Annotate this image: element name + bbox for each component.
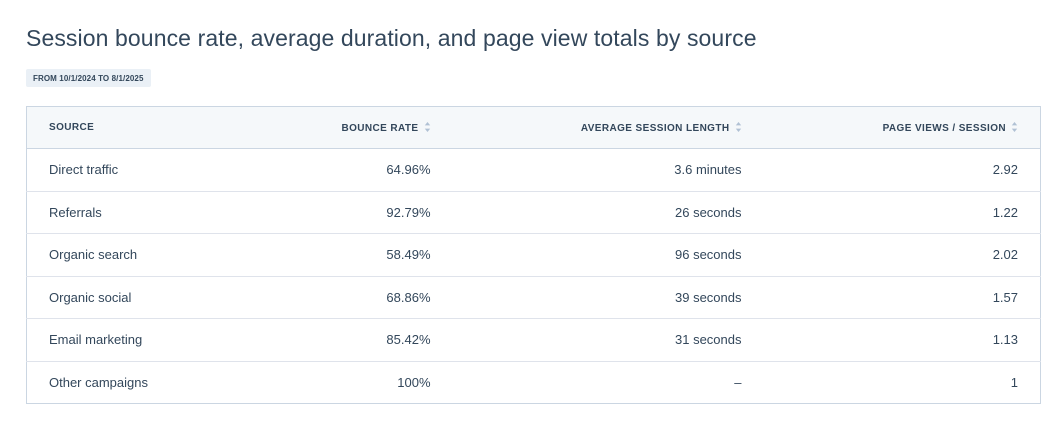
table-row: Direct traffic 64.96% 3.6 minutes 2.92 [26, 148, 1041, 192]
cell-average-session-length: 39 seconds [452, 276, 764, 319]
cell-bounce-rate: 85.42% [204, 318, 453, 362]
cell-page-views-per-session: 1.13 [763, 318, 1041, 362]
column-header-page-views-per-session[interactable]: PAGE VIEWS / SESSION [763, 106, 1041, 149]
cell-page-views-per-session: 1.57 [763, 276, 1041, 319]
table-header-row: SOURCE BOUNCE RATE AVERAGE SESSION LENGT… [26, 106, 1041, 149]
column-header-label: BOUNCE RATE [341, 123, 419, 134]
report-container: Session bounce rate, average duration, a… [26, 22, 1041, 404]
cell-page-views-per-session: 1 [1010, 374, 1018, 390]
sort-icon[interactable] [1011, 121, 1018, 133]
column-header-source: SOURCE [26, 106, 205, 149]
data-table: SOURCE BOUNCE RATE AVERAGE SESSION LENGT… [26, 106, 1041, 404]
sort-icon[interactable] [424, 121, 431, 133]
table-row: Other campaigns 100% – 1 [27, 361, 1041, 404]
cell-source: Organic search [26, 233, 205, 277]
table-row: Email marketing 85.42% 31 seconds 1.13 [26, 318, 1041, 362]
cell-average-session-length: 31 seconds [452, 318, 764, 362]
date-range-badge: FROM 10/1/2024 TO 8/1/2025 [26, 69, 151, 87]
cell-source: Other campaigns [49, 374, 148, 390]
cell-average-session-length: 96 seconds [452, 233, 764, 277]
cell-source: Organic social [26, 276, 205, 319]
cell-page-views-per-session: 2.92 [763, 148, 1041, 192]
table-row: Organic search 58.49% 96 seconds 2.02 [26, 233, 1041, 277]
column-header-label: AVERAGE SESSION LENGTH [580, 123, 730, 134]
column-header-bounce-rate[interactable]: BOUNCE RATE [204, 106, 453, 149]
cell-page-views-per-session: 1.22 [763, 191, 1041, 234]
cell-source: Email marketing [26, 318, 205, 362]
cell-average-session-length: 26 seconds [452, 191, 764, 234]
cell-source: Direct traffic [26, 148, 205, 192]
cell-average-session-length: 3.6 minutes [452, 148, 764, 192]
cell-bounce-rate: 58.49% [204, 233, 453, 277]
cell-page-views-per-session: 2.02 [763, 233, 1041, 277]
column-header-average-session-length[interactable]: AVERAGE SESSION LENGTH [452, 106, 764, 149]
table-row: Referrals 92.79% 26 seconds 1.22 [26, 191, 1041, 234]
column-header-label: SOURCE [49, 122, 95, 133]
cell-bounce-rate: 100% [397, 374, 431, 390]
table-row: Organic social 68.86% 39 seconds 1.57 [26, 276, 1041, 319]
column-header-label: PAGE VIEWS / SESSION [882, 123, 1006, 134]
cell-bounce-rate: 64.96% [204, 148, 453, 192]
cell-bounce-rate: 68.86% [204, 276, 453, 319]
report-title: Session bounce rate, average duration, a… [26, 25, 757, 51]
cell-source: Referrals [26, 191, 205, 234]
cell-bounce-rate: 92.79% [204, 191, 453, 234]
cell-average-session-length: – [734, 374, 742, 390]
sort-icon[interactable] [735, 121, 742, 133]
